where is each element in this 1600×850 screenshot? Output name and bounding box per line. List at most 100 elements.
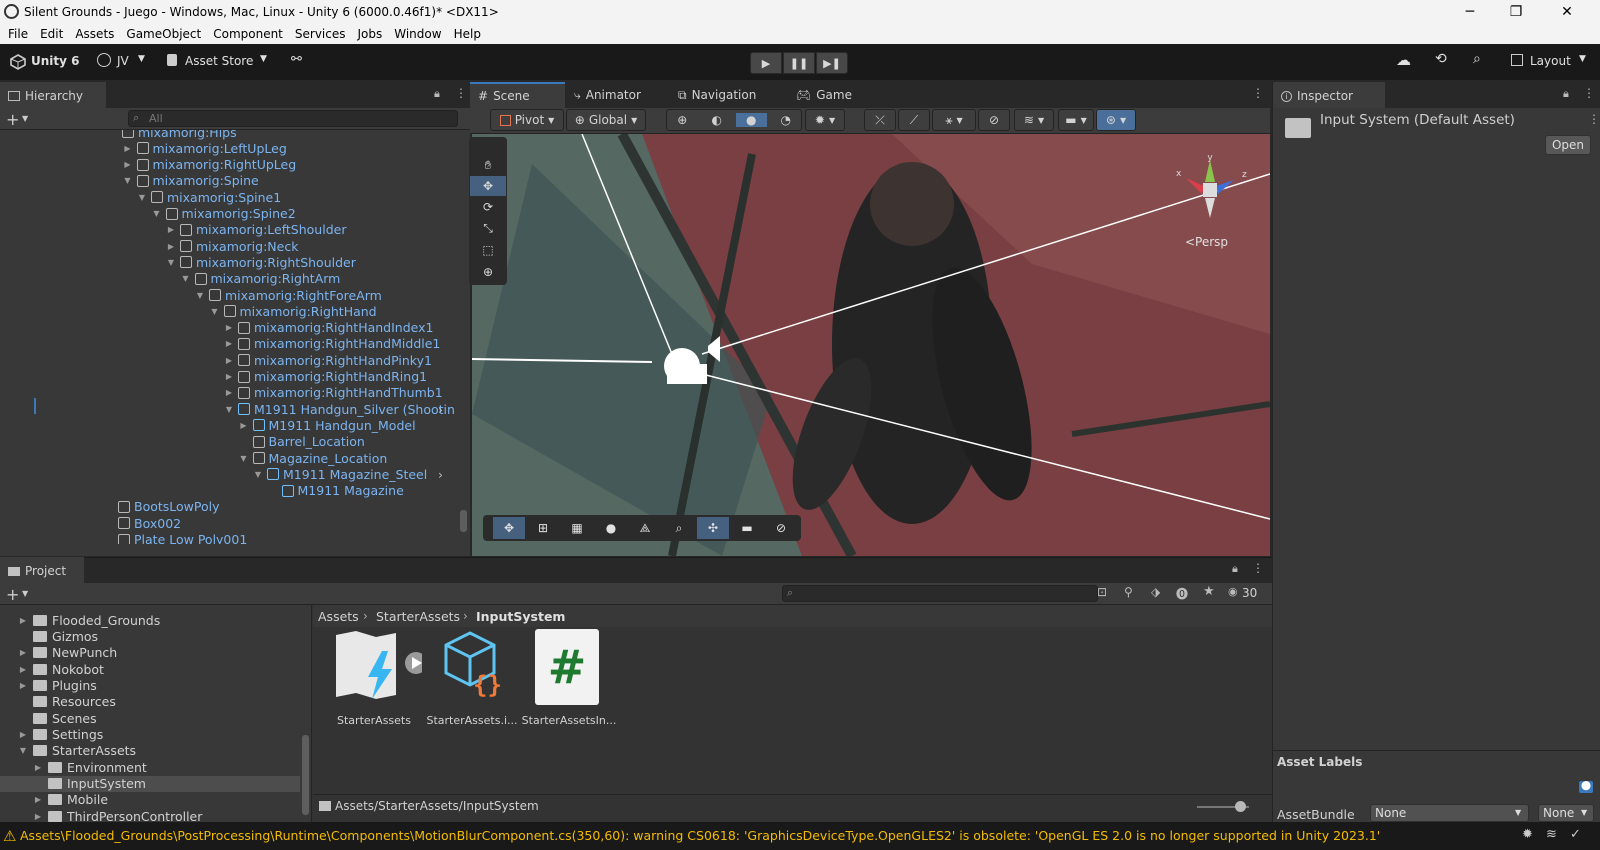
folder-tree-item[interactable]: ▶ ThirdPersonController xyxy=(33,808,202,822)
menu-jobs[interactable]: Jobs xyxy=(352,27,389,41)
gizmos-dropdown[interactable]: ⊛ ▼ xyxy=(1096,109,1136,131)
menu-edit[interactable]: Edit xyxy=(34,27,69,41)
unlit-icon[interactable]: ◔ xyxy=(771,113,802,127)
folder-tree-item[interactable]: ▶ Environment xyxy=(33,759,147,775)
debug-draw-dropdown[interactable]: ✹ ▼ xyxy=(805,109,845,131)
collapse-arrow-icon[interactable]: ▼ xyxy=(137,193,147,202)
asset-tile[interactable]: {} xyxy=(440,629,520,709)
hierarchy-row[interactable]: ▶ mixamorig:RightHandMiddle1 xyxy=(224,336,440,352)
minimize-button[interactable]: ─ xyxy=(1447,0,1493,24)
tab-project[interactable]: Project xyxy=(0,557,84,583)
more-menu-icon[interactable]: ⋮ xyxy=(1252,86,1264,100)
asset-store-dropdown[interactable]: Asset Store xyxy=(185,54,253,68)
assetbundle-dropdown[interactable]: None ▼ xyxy=(1370,804,1529,822)
expand-arrow-icon[interactable]: ▶ xyxy=(224,356,234,365)
transform-tool-icon[interactable]: ⊕ xyxy=(470,262,506,282)
collapse-arrow-icon[interactable]: ▼ xyxy=(18,746,28,755)
unity-version-label[interactable]: Unity 6 xyxy=(31,54,80,68)
hierarchy-row[interactable]: ▶ mixamorig:RightHandRing1 xyxy=(224,369,427,385)
filter-type-icon[interactable]: ⚲ xyxy=(1124,585,1133,599)
folder-tree-item[interactable]: Resources xyxy=(18,694,116,710)
asset-tile[interactable]: # xyxy=(535,629,599,705)
expand-arrow-icon[interactable]: ▶ xyxy=(123,144,133,153)
collapse-arrow-icon[interactable]: ▼ xyxy=(152,209,162,218)
hierarchy-row[interactable]: ▼ mixamorig:Spine1 xyxy=(137,189,281,205)
move-overlay-icon[interactable]: ✥ xyxy=(493,517,525,539)
menu-services[interactable]: Services xyxy=(289,27,352,41)
hand-tool-icon[interactable]: ✋︎ xyxy=(470,155,506,175)
hierarchy-row[interactable]: Plate Low Poly001 xyxy=(104,532,247,544)
hierarchy-row[interactable]: ▼ M1911 Magazine_Steel › xyxy=(253,466,443,482)
close-button[interactable]: ✕ xyxy=(1544,0,1590,24)
effects-dropdown[interactable]: ⚹ ▼ xyxy=(932,109,976,131)
hierarchy-row[interactable]: ▼ mixamorig:RightHand xyxy=(210,303,376,319)
zoom-slider-thumb[interactable] xyxy=(1235,801,1246,812)
tab-animator[interactable]: ⤷ Animator xyxy=(566,82,666,108)
hierarchy-row[interactable]: ▼ Magazine_Location xyxy=(239,450,387,466)
toggle-audio-button[interactable]: ⟋ xyxy=(898,109,930,131)
hierarchy-row[interactable]: ▶ mixamorig:LeftUpLeg xyxy=(123,140,286,156)
collapse-arrow-icon[interactable]: ▼ xyxy=(123,176,133,185)
history-icon[interactable]: ⟲ xyxy=(1435,51,1447,67)
scrollbar-thumb[interactable] xyxy=(302,735,309,815)
expand-arrow-icon[interactable]: ▶ xyxy=(166,225,176,234)
sphere-icon[interactable]: ● xyxy=(595,517,627,539)
warning-filter-icon[interactable]: ⓿ xyxy=(1176,585,1188,602)
hierarchy-row[interactable]: ▼ mixamorig:Spine2 xyxy=(152,206,295,222)
hierarchy-row[interactable]: ▼ mixamorig:RightArm xyxy=(181,271,340,287)
version-control-icon[interactable]: ⚯ xyxy=(291,52,302,67)
filter-label-icon[interactable]: ⬗ xyxy=(1151,585,1160,599)
tab-scene[interactable]: # Scene xyxy=(470,82,565,108)
open-prefab-chevron-icon[interactable]: › xyxy=(438,467,443,482)
hierarchy-row[interactable]: M1911 Magazine xyxy=(268,483,404,499)
hierarchy-row[interactable]: ▶ mixamorig:LeftShoulder xyxy=(166,222,347,238)
layout-dropdown[interactable]: Layout xyxy=(1530,54,1571,68)
expand-arrow-icon[interactable]: ▶ xyxy=(18,730,28,739)
collapse-arrow-icon[interactable]: ▼ xyxy=(224,405,234,414)
collapse-arrow-icon[interactable]: ▼ xyxy=(253,470,263,479)
menu-help[interactable]: Help xyxy=(448,27,487,41)
pivot-dropdown[interactable]: Pivot ▼ xyxy=(490,109,564,131)
hierarchy-row[interactable]: ▶ mixamorig:RightHandPinky1 xyxy=(224,352,432,368)
tab-inspector[interactable]: i Inspector xyxy=(1273,82,1385,108)
collapse-arrow-icon[interactable]: ▼ xyxy=(239,454,249,463)
lock-icon[interactable]: 🔒︎ xyxy=(434,87,440,101)
chevron-down-icon[interactable]: ▼ xyxy=(22,589,28,598)
navmesh-icon[interactable]: ⟁ xyxy=(629,517,661,539)
orientation-gizmo[interactable]: y z x xyxy=(1172,152,1248,228)
layers-dropdown[interactable]: ≋ ▼ xyxy=(1014,109,1054,131)
align-icon[interactable]: ⊞ xyxy=(527,517,559,539)
expand-arrow-icon[interactable]: ▶ xyxy=(33,812,43,821)
breadcrumb-starterassets[interactable]: StarterAssets xyxy=(376,609,460,624)
hierarchy-row[interactable]: ▶ mixamorig:RightUpLeg xyxy=(123,157,296,173)
add-icon[interactable]: + xyxy=(6,585,19,604)
play-button[interactable]: ▶ xyxy=(750,52,782,74)
scene-viewport[interactable] xyxy=(472,134,1270,556)
maximize-button[interactable]: ❐ xyxy=(1493,0,1539,24)
folder-tree-item[interactable]: ▶ Plugins xyxy=(18,677,97,693)
tab-game[interactable]: 🎮︎ Game xyxy=(788,82,868,108)
scrollbar-thumb[interactable] xyxy=(460,510,467,532)
project-tree-scrollbar[interactable] xyxy=(300,605,312,822)
hierarchy-row[interactable]: Box002 xyxy=(104,515,181,531)
compass-icon[interactable]: ⊘ xyxy=(765,517,797,539)
bug-icon[interactable]: ✹ xyxy=(1522,827,1533,842)
expand-arrow-icon[interactable]: ▶ xyxy=(18,681,28,690)
console-status-bar[interactable]: ⚠ Assets\Flooded_Grounds\PostProcessing\… xyxy=(0,822,1600,850)
expand-arrow-icon[interactable]: ▶ xyxy=(18,665,28,674)
hierarchy-row[interactable]: ▶ mixamorig:RightHandThumb1 xyxy=(224,385,443,401)
more-menu-icon[interactable]: ⋮ xyxy=(1588,112,1600,126)
folder-tree-item[interactable]: Gizmos xyxy=(18,628,98,644)
open-prefab-chevron-icon[interactable]: › xyxy=(438,402,443,417)
toggle-2d-button[interactable]: ⤫ xyxy=(864,109,896,131)
search-by-type-icon[interactable]: ⊡ xyxy=(1097,585,1107,599)
expand-arrow-icon[interactable]: ▶ xyxy=(18,648,28,657)
perspective-label[interactable]: <Persp xyxy=(1185,235,1228,249)
grid-snap-icon[interactable]: ▦ xyxy=(561,517,593,539)
expand-arrow-icon[interactable]: ▶ xyxy=(166,242,176,251)
breadcrumb-assets[interactable]: Assets xyxy=(318,609,359,624)
expand-arrow-icon[interactable]: ▶ xyxy=(18,616,28,625)
hierarchy-row[interactable]: ▼ mixamorig:RightShoulder xyxy=(166,254,356,270)
menu-window[interactable]: Window xyxy=(388,27,447,41)
layers-icon[interactable]: ≋ xyxy=(1546,827,1557,842)
